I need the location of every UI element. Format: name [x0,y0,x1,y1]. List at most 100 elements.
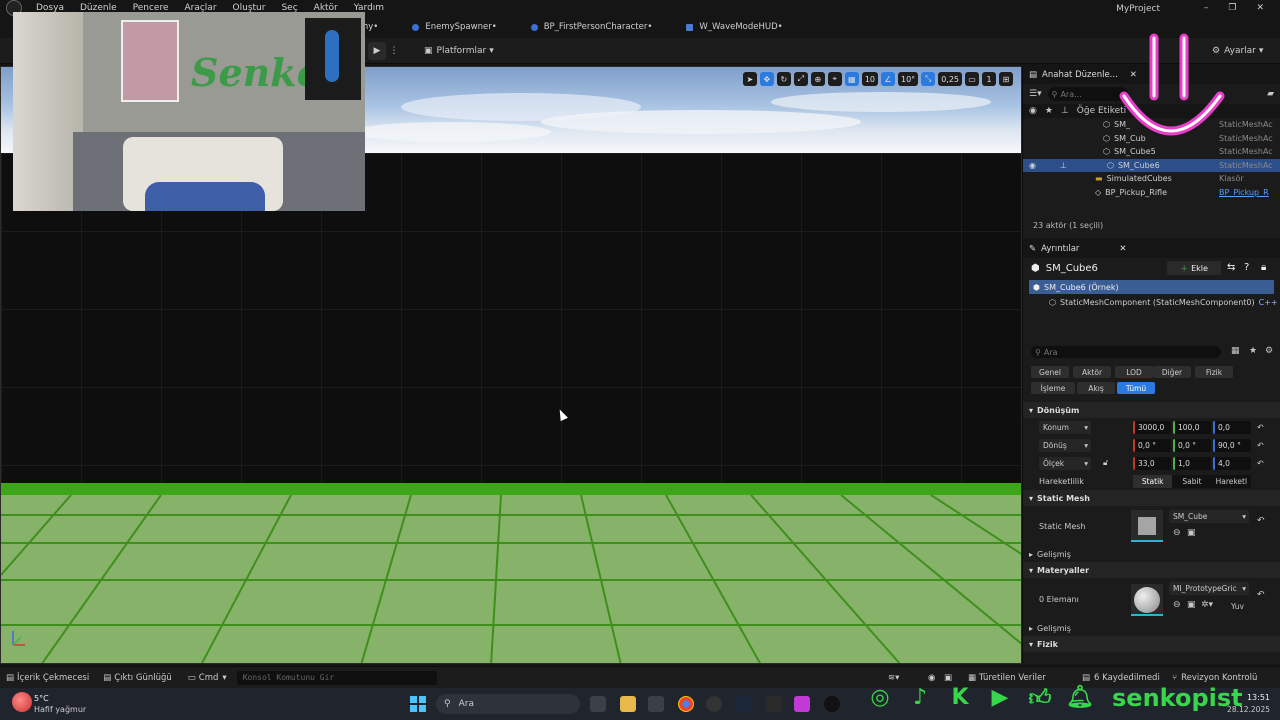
rotation-y-field[interactable]: 0,0 ° [1173,438,1211,452]
output-log-button[interactable]: ▤ Çıktı Günlüğü [103,673,172,683]
restore-icon[interactable]: ❐ [1228,3,1236,13]
weather-temp[interactable]: 5°C [34,694,49,703]
filter-all[interactable]: Tümü [1117,382,1155,394]
filter-icon[interactable]: ☰▾ [1029,89,1042,99]
chrome-icon[interactable] [678,696,694,712]
platforms-button[interactable]: ▣ Platformlar ▾ [418,42,500,60]
cpp-link[interactable]: C++ [1259,298,1278,307]
details-tab[interactable]: ✎ Ayrıntılar ✕ [1023,240,1280,258]
actor-type-link[interactable]: BP_Pickup_R [1219,188,1269,197]
weather-icon[interactable] [12,692,32,712]
filter-streaming[interactable]: Akış [1077,382,1115,394]
advanced-row[interactable]: ▸ Gelişmiş [1023,620,1280,636]
trace-icon[interactable]: ≋▾ [888,673,899,683]
list-item-selected[interactable]: ◉ ⊥ ⬡ SM_Cube6 StaticMeshAc [1023,158,1280,172]
content-drawer-button[interactable]: ▤ İçerik Çekmecesi [6,673,89,683]
mobility-movable[interactable]: Hareketl [1212,475,1251,488]
tab-wave-mode-hud[interactable]: W_WaveModeHUD• [686,22,783,32]
close-icon[interactable]: ✕ [1256,3,1264,13]
mobility-stationary[interactable]: Sabit [1172,475,1211,488]
list-item[interactable]: ◇ BP_Pickup_Rifle BP_Pickup_R [1023,186,1280,200]
list-item[interactable]: ▬ SimulatedCubes Klasör [1023,172,1280,186]
filter-physics[interactable]: Fizik [1195,366,1233,378]
browse-icon[interactable]: ⊖ [1173,600,1181,610]
location-x-field[interactable]: 3000,0 [1133,420,1171,434]
transform-category[interactable]: ▾ Dönüşüm [1023,402,1280,418]
scale-snap-value[interactable]: 0,25 [938,72,962,86]
instance-row[interactable]: ⬢ SM_Cube6 (Örnek) [1029,280,1274,294]
add-component-button[interactable]: ＋ Ekle [1167,261,1221,275]
location-y-field[interactable]: 100,0 [1173,420,1211,434]
unreal-engine-icon[interactable] [824,696,840,712]
eye-icon[interactable]: ◉ [1029,161,1036,170]
help-icon[interactable]: ? [1244,262,1249,273]
details-search-input[interactable]: ⚲ Ara [1031,346,1221,358]
rotation-dropdown[interactable]: Dönüş ▾ [1039,438,1091,452]
cmd-dropdown[interactable]: ▭ Cmd ▾ [188,673,227,683]
weather-desc[interactable]: Hafif yağmur [34,705,86,714]
filter-rendering[interactable]: İşleme [1031,382,1075,394]
tab-first-person-character[interactable]: BP_FirstPersonCharacter• [530,22,652,32]
component-row[interactable]: ⬡ StaticMeshComponent (StaticMeshComponen… [1023,294,1280,310]
reset-icon[interactable]: ↶ [1257,516,1265,526]
record-icon[interactable]: ◉ [928,673,935,683]
surface-snap-icon[interactable]: ⌖ [827,72,842,86]
filter-actor[interactable]: Aktör [1073,366,1111,378]
filter-other[interactable]: Diğer [1153,366,1191,378]
reset-icon[interactable]: ↶ [1257,441,1264,450]
play-button[interactable]: ▶ [368,42,386,60]
mesh-thumbnail[interactable] [1131,510,1163,542]
tab-enemy-spawner[interactable]: EnemySpawner• [412,22,497,32]
scale-z-field[interactable]: 4,0 [1213,456,1251,470]
epic-games-icon[interactable] [766,696,782,712]
file-explorer-icon[interactable] [620,696,636,712]
translate-icon[interactable]: ✥ [759,72,774,86]
store-icon[interactable] [648,696,664,712]
grid-snap-icon[interactable]: ▦ [844,72,859,86]
screenshot-icon[interactable]: ▣ [944,673,952,683]
star-icon[interactable]: ★ [1249,346,1257,356]
grid-snap-value[interactable]: 10 [861,72,878,86]
windows-start-icon[interactable] [410,696,426,712]
static-mesh-dropdown[interactable]: SM_Cube ▾ [1169,510,1249,523]
camera-speed-icon[interactable]: ▭ [965,72,979,86]
reset-icon[interactable]: ↶ [1257,590,1265,600]
blueprint-convert-icon[interactable]: ⇆ [1227,262,1235,273]
lock-icon[interactable]: 🔓︎ [1103,458,1108,468]
minimize-icon[interactable]: – [1204,3,1209,13]
material-dropdown[interactable]: MI_PrototypeGric ▾ [1169,582,1249,595]
location-z-field[interactable]: 0,0 [1213,420,1251,434]
mobility-static[interactable]: Statik [1133,474,1173,488]
select-mode-icon[interactable]: ➤ [742,72,757,86]
physics-category[interactable]: ▾ Fizik [1023,636,1280,652]
table-view-icon[interactable]: ▦ [1231,346,1240,356]
gear-icon[interactable]: ⚙ [1265,346,1273,356]
unsaved-button[interactable]: ▤ 6 Kaydedilmedi [1082,673,1160,683]
close-tab-icon[interactable]: ✕ [1119,244,1126,254]
materials-category[interactable]: ▾ Materyaller [1023,562,1280,578]
scale-dropdown[interactable]: Ölçek ▾ [1039,456,1091,470]
rotate-icon[interactable]: ↻ [776,72,791,86]
static-mesh-category[interactable]: ▾ Static Mesh [1023,490,1280,506]
find-in-browser-icon[interactable]: ▣ [1187,600,1196,610]
scale-snap-icon[interactable]: ⤡ [921,72,936,86]
twitch-app-icon[interactable] [794,696,810,712]
world-space-icon[interactable]: ⊕ [810,72,825,86]
reset-icon[interactable]: ↶ [1257,459,1264,468]
reset-icon[interactable]: ↶ [1257,423,1264,432]
material-thumbnail[interactable] [1131,584,1163,616]
revision-control-button[interactable]: ⑂ Revizyon Kontrolü [1172,673,1257,683]
camera-speed-value[interactable]: 1 [982,72,996,86]
steam-icon[interactable] [736,696,752,712]
lock-icon[interactable]: 🔒︎ [1261,262,1266,273]
rotation-z-field[interactable]: 90,0 ° [1213,438,1251,452]
options-icon[interactable]: ✲▾ [1201,600,1213,610]
scale-x-field[interactable]: 33,0 [1133,456,1171,470]
rotation-snap-value[interactable]: 10° [898,72,919,86]
obs-icon[interactable] [706,696,722,712]
location-dropdown[interactable]: Konum ▾ [1039,420,1091,434]
browse-icon[interactable]: ⊖ [1173,528,1181,538]
task-view-icon[interactable] [590,696,606,712]
advanced-row[interactable]: ▸ Gelişmiş [1023,546,1280,562]
filter-general[interactable]: Genel [1031,366,1069,378]
